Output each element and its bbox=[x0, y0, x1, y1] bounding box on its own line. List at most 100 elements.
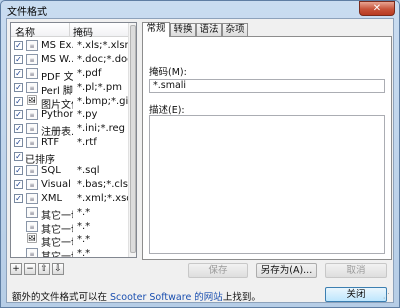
list-item[interactable]: ≡其它一切 *.* bbox=[11, 247, 129, 258]
save-button[interactable]: 保存 bbox=[188, 263, 248, 278]
text-file-icon: ≡ bbox=[26, 165, 38, 177]
format-name: RTF bbox=[41, 137, 60, 149]
format-mask: *.pdf bbox=[77, 67, 102, 79]
list-scrollbar[interactable] bbox=[128, 23, 136, 257]
column-divider[interactable] bbox=[69, 23, 70, 37]
text-file-icon: ≡ bbox=[26, 40, 38, 51]
format-mask: *.py bbox=[77, 109, 98, 121]
close-button[interactable]: 关闭 bbox=[325, 287, 387, 302]
window-title: 文件格式 bbox=[7, 7, 47, 18]
mask-label: 掩码(M): bbox=[149, 67, 187, 78]
checkbox[interactable]: ✓ bbox=[14, 41, 23, 50]
format-mask: *.* bbox=[77, 248, 91, 258]
format-mask: *.xml;*.xsd;... bbox=[77, 192, 129, 204]
tab-conversion[interactable]: 转换 bbox=[170, 23, 196, 36]
list-item[interactable]: 🖼其它一切*.* bbox=[11, 233, 129, 249]
add-format-button[interactable]: + bbox=[10, 263, 22, 275]
column-header-name[interactable]: 名称 bbox=[15, 24, 35, 39]
window-close-button[interactable]: ✕ bbox=[359, 1, 395, 16]
resize-grip-icon[interactable]: ⋰ bbox=[383, 292, 391, 300]
format-mask: *.rtf bbox=[77, 137, 97, 149]
list-item[interactable]: ✓ 已排序 bbox=[11, 150, 129, 166]
checkbox[interactable]: ✓ bbox=[14, 166, 23, 176]
image-file-icon: 🖼 bbox=[26, 234, 38, 245]
text-file-icon: ≡ bbox=[26, 123, 38, 135]
format-mask: *.* bbox=[77, 206, 91, 218]
list-header: 名称 掩码 bbox=[11, 23, 129, 39]
list-item[interactable]: ✓ ≡ SQL *.sql bbox=[11, 164, 129, 178]
format-mask: *.pl;*.pm bbox=[77, 81, 122, 93]
text-file-icon: ≡ bbox=[26, 137, 38, 149]
column-header-mask[interactable]: 掩码 bbox=[73, 24, 93, 39]
text-file-icon: ≡ bbox=[26, 67, 38, 79]
remove-format-button[interactable]: − bbox=[24, 263, 36, 275]
checkbox[interactable]: ✓ bbox=[14, 110, 23, 120]
file-formats-window: 文件格式 ✕ 名称 掩码 ✓≡MS Ex...*.xls;*.xlsm;...✓… bbox=[0, 0, 400, 308]
text-file-icon: ≡ bbox=[26, 178, 38, 190]
text-file-icon: ≡ bbox=[26, 192, 38, 204]
format-name: XML bbox=[41, 192, 63, 204]
text-file-icon: ≡ bbox=[26, 53, 38, 65]
list-item[interactable]: ✓ ≡ RTF *.rtf bbox=[11, 136, 129, 150]
text-file-icon: ≡ bbox=[26, 206, 38, 218]
list-item[interactable]: ✓≡Visual ... *.bas;*.cls;*... bbox=[11, 178, 129, 192]
list-item[interactable]: ✓≡Perl 脚...*.pl;*.pm bbox=[11, 81, 129, 97]
general-tab-panel: 掩码(M): *.smali 描述(E): bbox=[142, 36, 392, 260]
format-name: Visual ... bbox=[41, 178, 73, 190]
checkbox[interactable]: ✓ bbox=[14, 138, 23, 148]
format-name: MS Ex... bbox=[41, 40, 73, 51]
dialog-client-area: 名称 掩码 ✓≡MS Ex...*.xls;*.xlsm;...✓≡MS W..… bbox=[6, 18, 394, 303]
footer-note: 额外的文件格式可以在 Scooter Software 的网站上找到。 bbox=[12, 289, 261, 303]
title-bar: 文件格式 ✕ bbox=[1, 1, 399, 18]
checkbox[interactable]: ✓ bbox=[14, 179, 23, 189]
list-item[interactable]: ✓≡注册表...*.ini;*.reg bbox=[11, 122, 129, 138]
scooter-website-link[interactable]: Scooter Software 的网站 bbox=[110, 292, 223, 303]
list-item[interactable]: ≡其它一切*.* bbox=[11, 220, 129, 236]
move-up-button[interactable]: ⇧ bbox=[38, 263, 50, 275]
format-name: 其它一切 bbox=[41, 252, 73, 258]
format-mask: *.* bbox=[77, 220, 91, 232]
format-name: Python... bbox=[41, 109, 73, 121]
checkbox[interactable]: ✓ bbox=[14, 82, 23, 92]
list-scrollbar-thumb[interactable] bbox=[130, 25, 136, 253]
move-down-button[interactable]: ⇩ bbox=[52, 263, 64, 275]
format-mask: *.doc;*.doc... bbox=[77, 53, 129, 65]
tab-misc[interactable]: 杂项 bbox=[222, 23, 248, 36]
text-file-icon: ≡ bbox=[26, 81, 38, 93]
checkbox[interactable]: ✓ bbox=[14, 124, 23, 134]
list-item[interactable]: ✓≡MS W... *.doc;*.doc... bbox=[11, 53, 129, 67]
format-mask: *.sql bbox=[77, 165, 100, 177]
tab-general[interactable]: 常规 bbox=[142, 22, 170, 37]
list-item[interactable]: ✓≡PDF 文...*.pdf bbox=[11, 67, 129, 83]
text-file-icon: ≡ bbox=[26, 109, 38, 121]
checkbox[interactable]: ✓ bbox=[14, 193, 23, 203]
list-item[interactable]: ≡其它一切*.* bbox=[11, 206, 129, 222]
format-mask: *.xls;*.xlsm;... bbox=[77, 40, 129, 51]
format-name: MS W... bbox=[41, 53, 73, 65]
format-list[interactable]: 名称 掩码 ✓≡MS Ex...*.xls;*.xlsm;...✓≡MS W..… bbox=[10, 22, 137, 258]
format-mask: *.ini;*.reg bbox=[77, 123, 126, 135]
list-item[interactable]: ✓🖼图片文件*.bmp;*.gif;... bbox=[11, 95, 129, 111]
description-label: 描述(E): bbox=[149, 105, 185, 116]
list-item[interactable]: ✓≡XML *.xml;*.xsd;... bbox=[11, 192, 129, 206]
checkbox[interactable]: ✓ bbox=[14, 54, 23, 64]
format-mask: *.bmp;*.gif;... bbox=[77, 95, 129, 107]
mask-input[interactable]: *.smali bbox=[149, 79, 385, 93]
tab-grammar[interactable]: 语法 bbox=[196, 23, 222, 36]
checkbox[interactable]: ✓ bbox=[14, 152, 23, 162]
format-name: SQL bbox=[41, 165, 61, 177]
format-mask: *.bas;*.cls;*... bbox=[77, 178, 129, 190]
format-rows: ✓≡MS Ex...*.xls;*.xlsm;...✓≡MS W...*.doc… bbox=[11, 39, 129, 258]
checkbox[interactable]: ✓ bbox=[14, 68, 23, 78]
format-mask: *.* bbox=[77, 234, 91, 246]
footer-prefix: 额外的文件格式可以在 bbox=[12, 292, 111, 303]
checkbox[interactable]: ✓ bbox=[14, 96, 23, 106]
list-item[interactable]: ✓≡Python... *.py bbox=[11, 108, 129, 122]
description-textarea[interactable] bbox=[149, 115, 385, 254]
save-as-button[interactable]: 另存为(A)... bbox=[256, 263, 317, 278]
list-item[interactable]: ✓≡MS Ex... *.xls;*.xlsm;... bbox=[11, 39, 129, 53]
text-file-icon: ≡ bbox=[26, 220, 38, 232]
footer-suffix: 上找到。 bbox=[222, 292, 261, 303]
text-file-icon: ≡ bbox=[26, 248, 38, 257]
cancel-button[interactable]: 取消 bbox=[325, 263, 387, 278]
